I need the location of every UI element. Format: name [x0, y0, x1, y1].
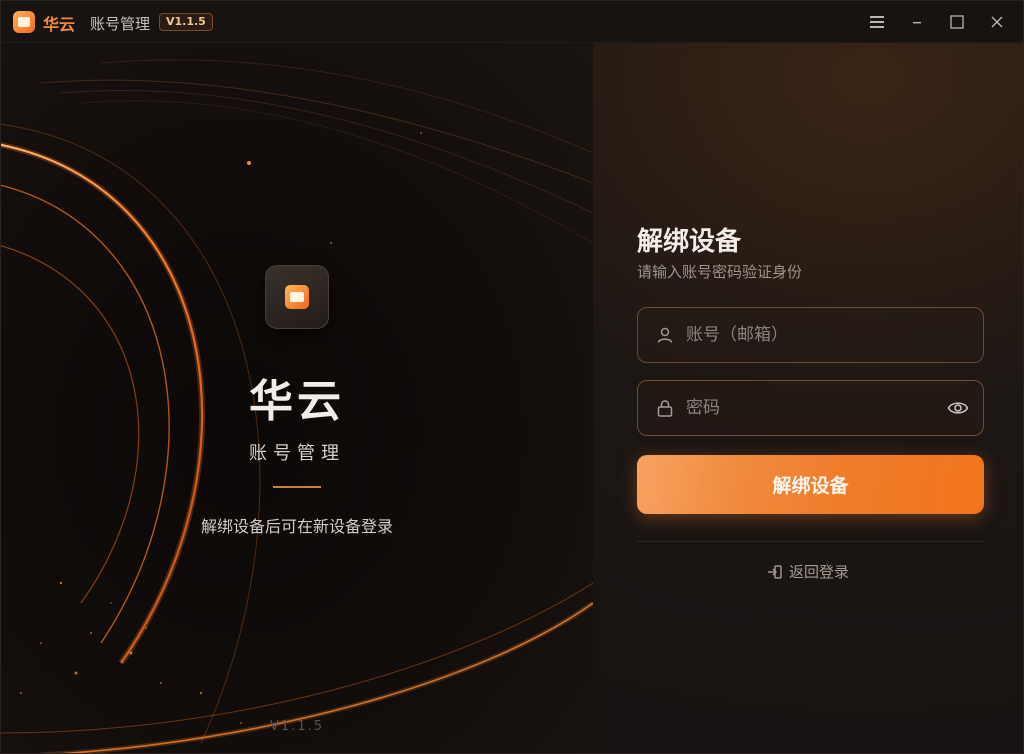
unbind-device-button[interactable]: 解绑设备	[637, 455, 984, 514]
login-return-icon	[768, 564, 782, 579]
maximize-icon	[950, 15, 964, 29]
minimize-icon	[913, 22, 921, 24]
show-password-eye-icon[interactable]	[947, 397, 969, 419]
account-input[interactable]	[674, 308, 983, 362]
maximize-button[interactable]	[945, 10, 969, 34]
account-field[interactable]	[637, 307, 984, 363]
form-divider	[637, 541, 984, 542]
minimize-button[interactable]	[905, 10, 929, 34]
user-icon	[656, 326, 674, 344]
back-to-login-label: 返回登录	[789, 563, 850, 581]
back-to-login-link[interactable]: 返回登录	[767, 561, 849, 582]
menu-button[interactable]	[865, 10, 889, 34]
password-input[interactable]	[674, 381, 947, 435]
form-title: 解绑设备	[637, 227, 742, 257]
close-icon	[991, 16, 1003, 28]
hero-brand-name: 华云	[249, 376, 345, 427]
close-button[interactable]	[985, 10, 1009, 34]
hero-version: V1.1.5	[270, 719, 324, 734]
hero-subtitle: 账号管理	[249, 443, 345, 464]
hero-description: 解绑设备后可在新设备登录	[200, 517, 393, 536]
app-logo-icon	[13, 11, 35, 33]
app-logo-icon	[285, 285, 309, 309]
menu-icon	[870, 16, 884, 28]
password-field[interactable]	[637, 380, 984, 436]
app-window: 华云 账号管理 V1.1.5 华云 账号管理 解绑设备后可在新设备登录 V1.1…	[0, 0, 1024, 754]
title-bar: 华云 账号管理 V1.1.5	[1, 1, 1023, 43]
brand-name: 华云	[43, 15, 76, 34]
hero-divider	[273, 486, 321, 488]
form-subtitle: 请输入账号密码验证身份	[637, 263, 803, 281]
hero-panel: 华云 账号管理 解绑设备后可在新设备登录 V1.1.5	[1, 43, 593, 753]
lock-icon	[656, 399, 674, 417]
window-title: 账号管理	[90, 15, 151, 33]
hero-app-logo	[265, 265, 329, 329]
version-badge: V1.1.5	[159, 13, 213, 31]
